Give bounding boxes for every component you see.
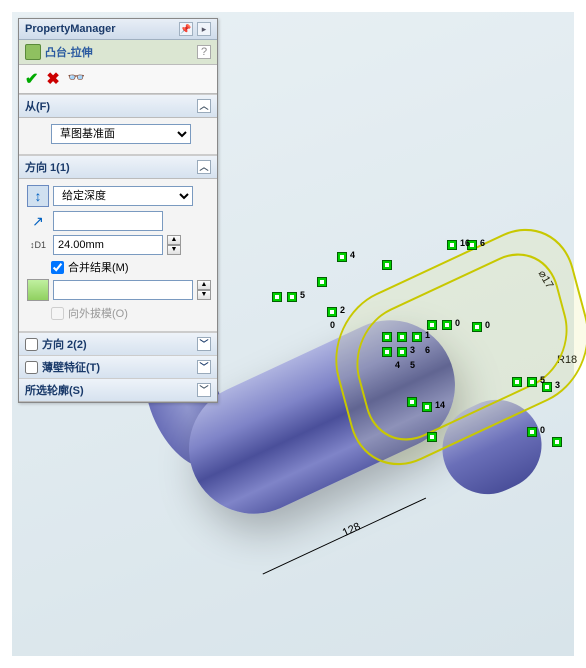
draft-button[interactable] (27, 279, 49, 301)
chevron-down-icon[interactable]: ﹀ (197, 360, 211, 374)
section-thin-header[interactable]: 薄壁特征(T) ﹀ (19, 355, 217, 378)
property-manager-panel: PropertyManager 📌 ▸ 凸台-拉伸 ? ✔ ✖ 👓 从(F) ︿… (18, 18, 218, 403)
reverse-direction-button[interactable]: ↕ (27, 185, 49, 207)
reverse-arrow-icon: ↕ (35, 188, 42, 204)
draft-angle-field[interactable] (53, 280, 193, 300)
section-dir1-header[interactable]: 方向 1(1) ︿ (19, 155, 217, 179)
from-label: 从(F) (25, 98, 50, 114)
pushpin-icon[interactable]: 📌 (179, 22, 193, 36)
direction-vector-field[interactable] (53, 211, 163, 231)
feature-name: 凸台-拉伸 (45, 44, 93, 60)
from-condition-select[interactable]: 草图基准面 (51, 124, 191, 144)
direction-arrow-icon: ↗ (32, 213, 44, 229)
spin-down[interactable]: ▼ (167, 245, 181, 255)
action-row: ✔ ✖ 👓 (19, 65, 217, 94)
chevron-down-icon[interactable]: ﹀ (197, 383, 211, 397)
chevron-down-icon[interactable]: ﹀ (197, 337, 211, 351)
section-from-header[interactable]: 从(F) ︿ (19, 94, 217, 118)
draft-spinner[interactable]: ▲ ▼ (197, 280, 211, 300)
pm-header: PropertyManager 📌 ▸ (19, 19, 217, 40)
chevron-up-icon[interactable]: ︿ (197, 99, 211, 113)
thin-enable-checkbox[interactable] (25, 361, 38, 374)
contours-label: 所选轮廓(S) (25, 382, 84, 398)
depth-spinner[interactable]: ▲ ▼ (167, 235, 181, 255)
chevron-up-icon[interactable]: ︿ (197, 160, 211, 174)
merge-result-checkbox[interactable]: 合并结果(M) (51, 259, 129, 275)
section-dir2-header[interactable]: 方向 2(2) ﹀ (19, 332, 217, 355)
feature-title-row: 凸台-拉伸 ? (19, 40, 217, 65)
section-contours-header[interactable]: 所选轮廓(S) ﹀ (19, 378, 217, 402)
ok-button[interactable]: ✔ (25, 69, 38, 89)
draft-outward-checkbox: 向外拔模(O) (51, 305, 128, 321)
expand-icon[interactable]: ▸ (197, 22, 211, 36)
cancel-button[interactable]: ✖ (46, 69, 59, 89)
end-condition-select[interactable]: 给定深度 (53, 186, 193, 206)
dir2-label: 方向 2(2) (42, 336, 87, 352)
dir2-enable-checkbox[interactable] (25, 338, 38, 351)
pm-title: PropertyManager (25, 23, 175, 35)
depth-input[interactable] (53, 235, 163, 255)
help-button[interactable]: ? (197, 45, 211, 59)
boss-extrude-icon (25, 44, 41, 60)
spin-up[interactable]: ▲ (167, 235, 181, 245)
depth-icon: ↕D1 (30, 240, 46, 250)
model-preview: 4 16 6 5 2 1 3 6 4 5 0 0 0 5 3 14 0 (212, 202, 572, 582)
dir1-label: 方向 1(1) (25, 159, 70, 175)
detailed-preview-button[interactable]: 👓 (68, 69, 85, 89)
thin-label: 薄壁特征(T) (42, 359, 100, 375)
